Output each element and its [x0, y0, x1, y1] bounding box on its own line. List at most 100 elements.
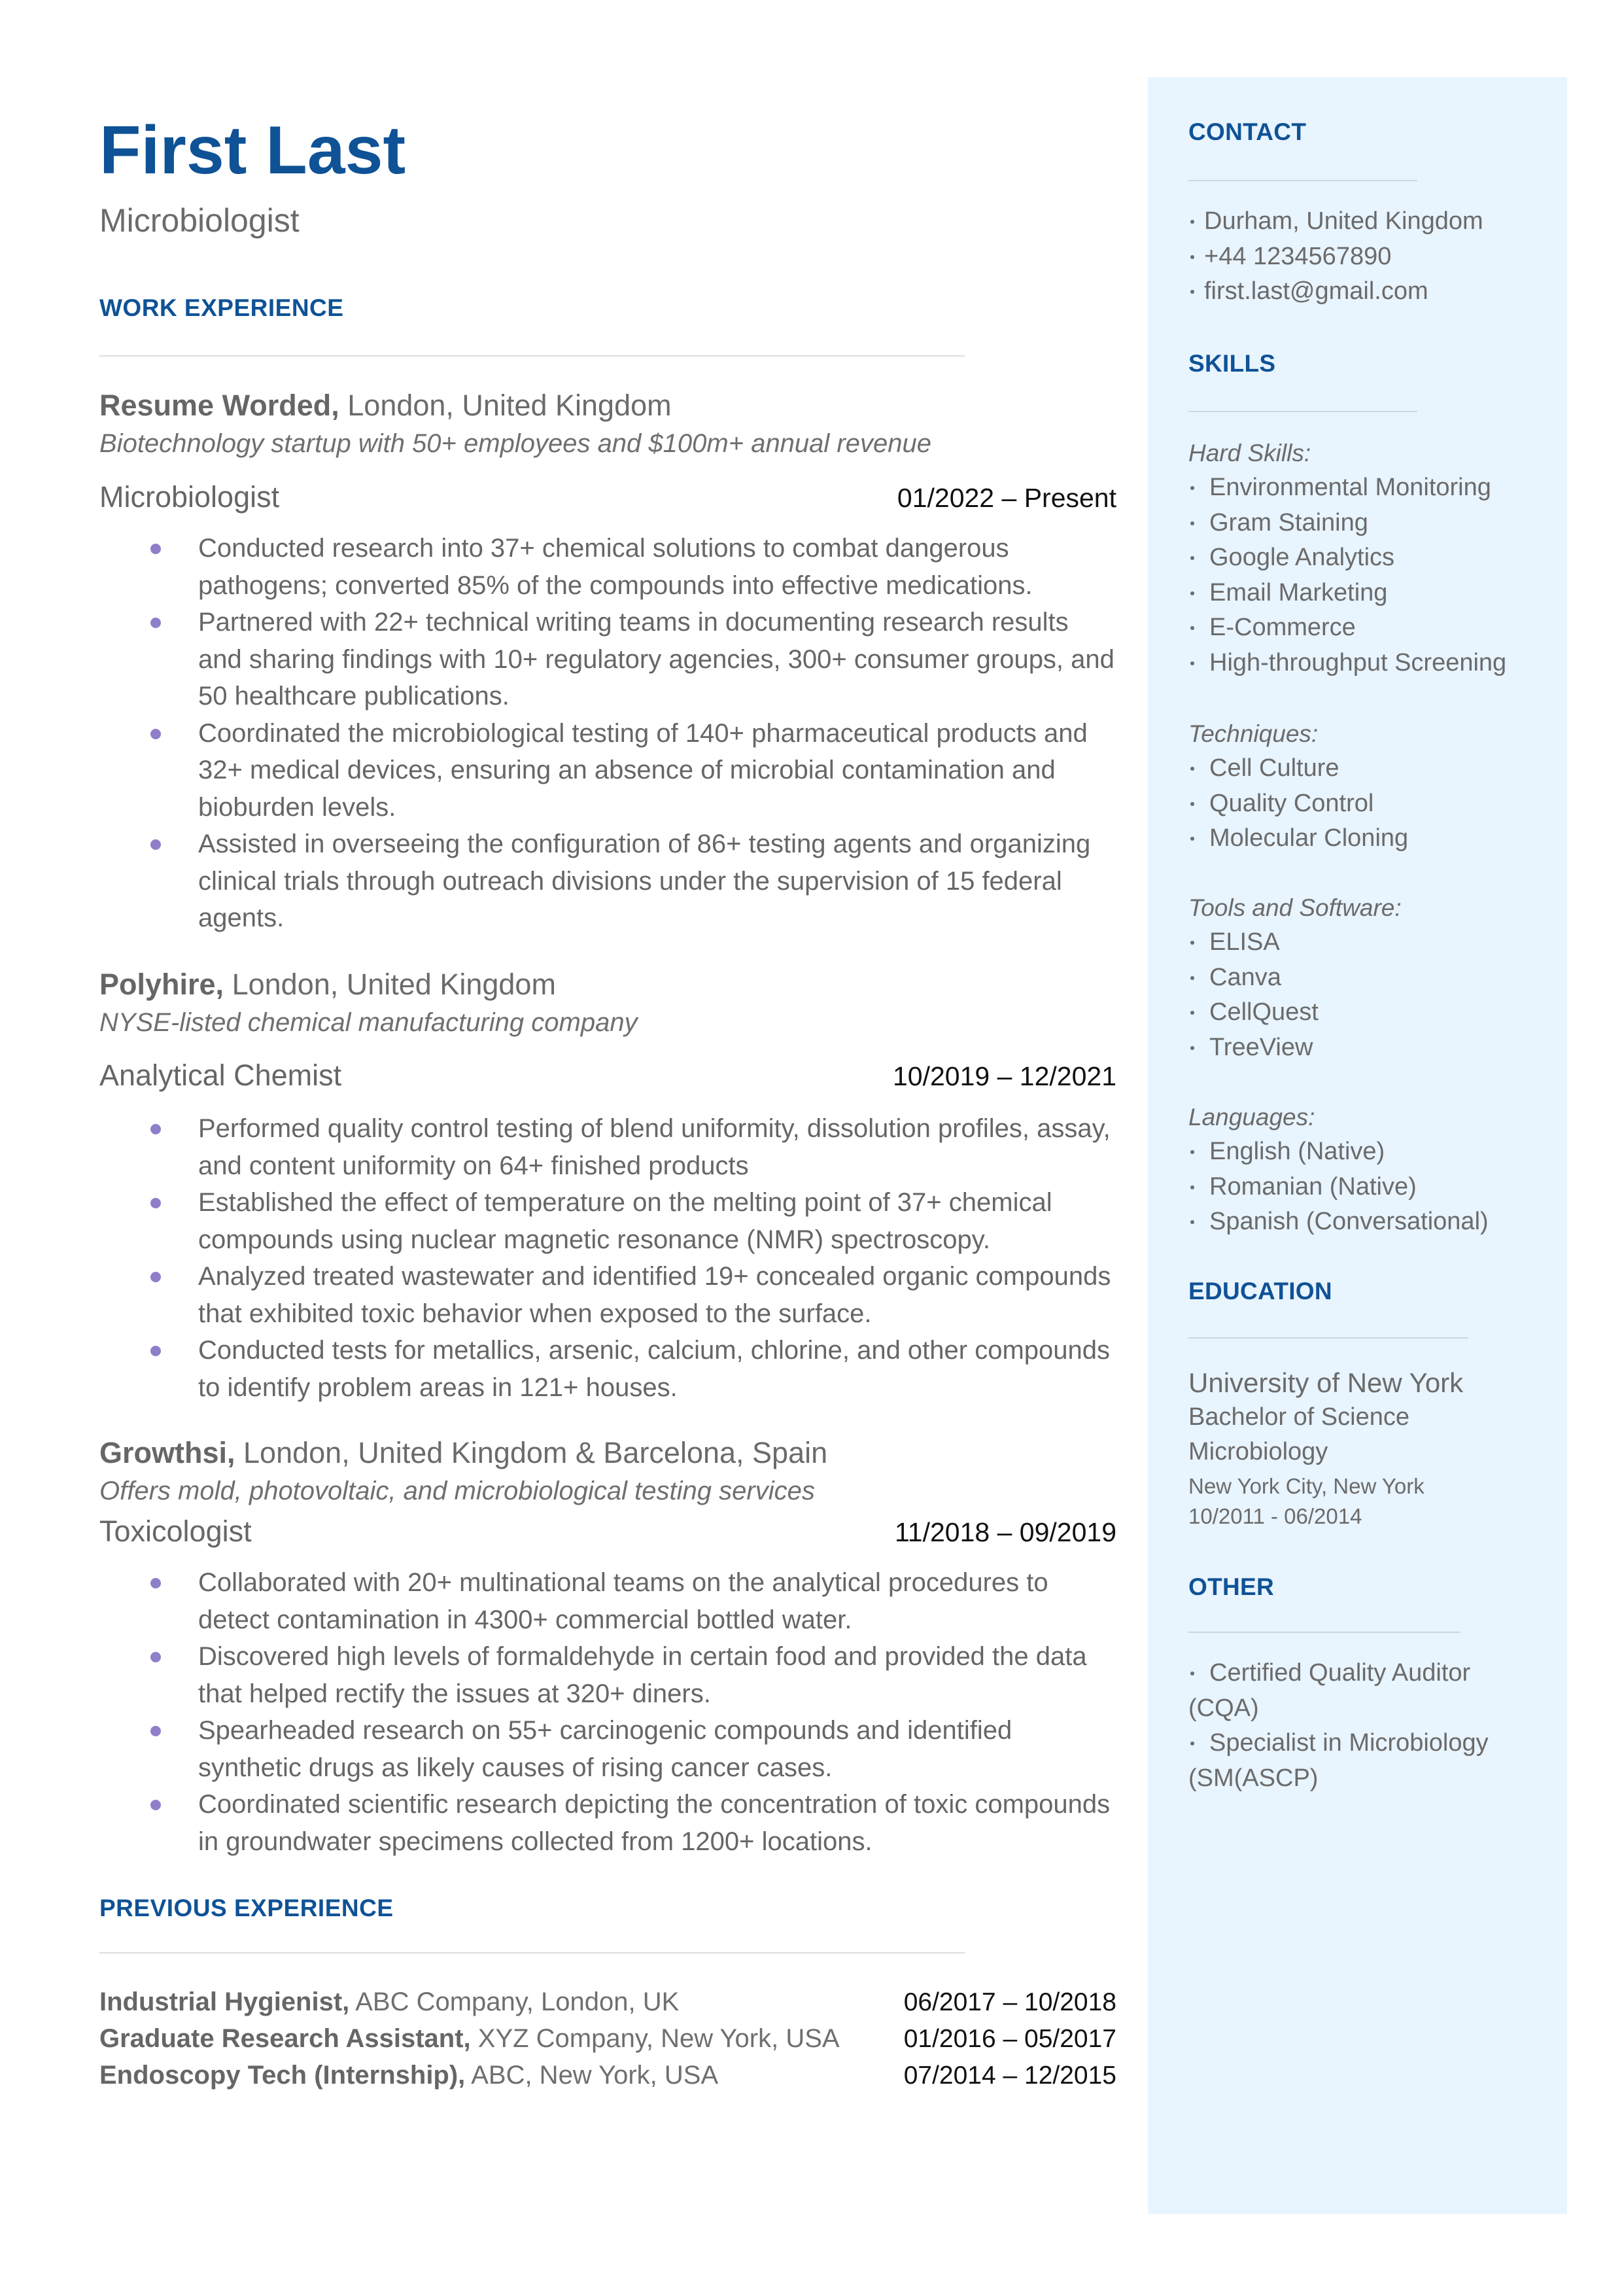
- bullet-item: Partnered with 22+ technical writing tea…: [99, 604, 1116, 715]
- previous-dates: 01/2016 – 05/2017: [903, 2025, 1116, 2053]
- bullet-dot-icon: [1190, 220, 1194, 224]
- bullet-item: Performed quality control testing of ble…: [99, 1110, 1116, 1184]
- role-row: Analytical Chemist 10/2019 – 12/2021: [99, 1060, 1116, 1090]
- skill-item: ELISA: [1188, 925, 1319, 960]
- job-company-line: Polyhire, London, United Kingdom: [99, 970, 556, 999]
- skill-item: Gram Staining: [1188, 506, 1506, 541]
- sidebar-divider: [1188, 1337, 1468, 1339]
- company-description: Biotechnology startup with 50+ employees…: [99, 429, 931, 458]
- bullet-dot-icon: [1190, 975, 1194, 980]
- job-dates: 01/2022 – Present: [897, 483, 1116, 513]
- other-heading: OTHER: [1188, 1573, 1274, 1600]
- previous-experience-item: Graduate Research Assistant, XYZ Company…: [99, 2025, 1116, 2052]
- job-role: Analytical Chemist: [99, 1059, 342, 1092]
- bullet-dot-icon: [1190, 801, 1194, 806]
- contact-phone[interactable]: +44 1234567890: [1188, 239, 1483, 275]
- skill-category-label: Techniques:: [1188, 720, 1319, 747]
- education-dates: 10/2011 - 06/2014: [1188, 1504, 1362, 1528]
- bullet-dot-icon: [150, 618, 161, 628]
- job-role: Microbiologist: [99, 480, 280, 514]
- skill-category-label: Languages:: [1188, 1104, 1315, 1130]
- bullet-item: Discovered high levels of formaldehyde i…: [99, 1638, 1116, 1712]
- techniques-list: Cell Culture Quality Control Molecular C…: [1188, 751, 1408, 856]
- sidebar-divider: [1188, 411, 1417, 412]
- job-role: Toxicologist: [99, 1515, 252, 1548]
- contact-heading: CONTACT: [1188, 118, 1307, 145]
- skill-category-label: Hard Skills:: [1188, 440, 1311, 466]
- bullet-dot-icon: [150, 1198, 161, 1208]
- company-name: Resume Worded,: [99, 389, 339, 422]
- skill-item: Google Analytics: [1188, 540, 1506, 576]
- previous-role: Industrial Hygienist,: [99, 1988, 350, 2016]
- skill-item: Environmental Monitoring: [1188, 470, 1506, 506]
- bullet-item: Conducted research into 37+ chemical sol…: [99, 530, 1116, 604]
- education-field: Microbiology: [1188, 1438, 1328, 1465]
- company-name: Polyhire,: [99, 968, 224, 1001]
- role-row: Microbiologist 01/2022 – Present: [99, 482, 1116, 512]
- bullet-dot-icon: [150, 728, 161, 739]
- other-list: Certified Quality Auditor (CQA) Speciali…: [1188, 1656, 1529, 1796]
- bullet-dot-icon: [150, 1652, 161, 1662]
- bullet-item: Established the effect of temperature on…: [99, 1184, 1116, 1258]
- company-location: London, United Kingdom & Barcelona, Spai…: [243, 1436, 828, 1469]
- previous-location: XYZ Company, New York, USA: [477, 2024, 840, 2053]
- previous-experience-heading: PREVIOUS EXPERIENCE: [99, 1895, 394, 1921]
- education-school: University of New York: [1188, 1367, 1464, 1398]
- bullet-item: Assisted in overseeing the configuration…: [99, 826, 1116, 937]
- bullet-dot-icon: [1190, 486, 1194, 490]
- bullet-dot-icon: [150, 1124, 161, 1134]
- section-divider: [99, 1952, 965, 1953]
- bullet-dot-icon: [150, 1800, 161, 1810]
- bullet-dot-icon: [1190, 591, 1194, 595]
- skill-category-label: Tools and Software:: [1188, 894, 1402, 921]
- education-location: New York City, New York: [1188, 1474, 1425, 1498]
- bullet-item: Spearheaded research on 55+ carcinogenic…: [99, 1712, 1116, 1786]
- previous-experience-item: Industrial Hygienist, ABC Company, Londo…: [99, 1989, 1116, 2015]
- bullet-dot-icon: [1190, 254, 1194, 259]
- skill-item: TreeView: [1188, 1030, 1319, 1066]
- bullet-dot-icon: [1190, 521, 1194, 525]
- skill-item: Romanian (Native): [1188, 1170, 1489, 1205]
- skill-item: Quality Control: [1188, 786, 1408, 822]
- work-experience-heading: WORK EXPERIENCE: [99, 294, 344, 321]
- bullet-dot-icon: [1190, 941, 1194, 945]
- previous-location: ABC Company, London, UK: [355, 1988, 680, 2016]
- previous-role: Endoscopy Tech (Internship),: [99, 2061, 466, 2090]
- previous-dates: 07/2014 – 12/2015: [903, 2061, 1116, 2090]
- bullet-dot-icon: [1190, 290, 1194, 294]
- role-row: Toxicologist 11/2018 – 09/2019: [99, 1516, 1116, 1546]
- skill-item: Cell Culture: [1188, 751, 1408, 786]
- job-company-line: Resume Worded, London, United Kingdom: [99, 391, 672, 420]
- bullet-dot-icon: [1190, 1672, 1194, 1675]
- job-bullets: Performed quality control testing of ble…: [99, 1110, 1116, 1406]
- company-description: NYSE-listed chemical manufacturing compa…: [99, 1008, 638, 1037]
- skill-item: High-throughput Screening: [1188, 646, 1506, 681]
- contact-email[interactable]: first.last@gmail.com: [1188, 274, 1483, 309]
- skill-item: Email Marketing: [1188, 576, 1506, 611]
- company-location: London, United Kingdom: [232, 968, 556, 1001]
- bullet-item: Analyzed treated wastewater and identifi…: [99, 1258, 1116, 1332]
- bullet-dot-icon: [150, 1726, 161, 1736]
- skill-item: CellQuest: [1188, 995, 1319, 1030]
- skill-item: Canva: [1188, 960, 1319, 996]
- bullet-dot-icon: [1190, 661, 1194, 665]
- job-dates: 11/2018 – 09/2019: [895, 1517, 1116, 1547]
- bullet-dot-icon: [1190, 1045, 1194, 1050]
- bullet-dot-icon: [150, 1346, 161, 1356]
- previous-dates: 06/2017 – 10/2018: [903, 1988, 1116, 2016]
- hard-skills-list: Environmental Monitoring Gram Staining G…: [1188, 470, 1506, 680]
- previous-experience-item: Endoscopy Tech (Internship), ABC, New Yo…: [99, 2062, 1116, 2088]
- bullet-dot-icon: [1190, 767, 1194, 771]
- skill-item: Spanish (Conversational): [1188, 1204, 1489, 1240]
- bullet-dot-icon: [1190, 1185, 1194, 1189]
- skill-item: English (Native): [1188, 1134, 1489, 1170]
- job-dates: 10/2019 – 12/2021: [893, 1061, 1116, 1091]
- job-bullets: Collaborated with 20+ multinational team…: [99, 1564, 1116, 1860]
- certification-item: Specialist in Microbiology (SM(ASCP): [1188, 1729, 1489, 1792]
- bullet-dot-icon: [150, 839, 161, 850]
- bullet-dot-icon: [1190, 1150, 1194, 1154]
- candidate-name: First Last: [99, 113, 406, 188]
- bullet-dot-icon: [1190, 837, 1194, 841]
- bullet-dot-icon: [1190, 626, 1194, 630]
- bullet-dot-icon: [1190, 1220, 1194, 1224]
